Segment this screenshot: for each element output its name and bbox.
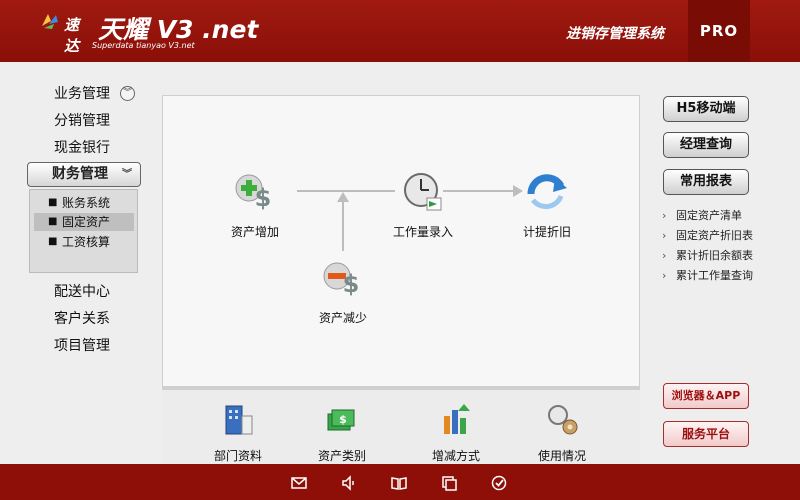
service-platform-button[interactable]: 服务平台 [663,421,749,447]
h5-mobile-button[interactable]: H5移动端 [663,96,749,122]
sidebar-item-label: 项目管理 [54,338,110,354]
workload-node[interactable]: 工作量录入 [385,170,461,240]
workload-label: 工作量录入 [392,225,453,239]
report-link-label: 累计折旧余额表 [676,249,753,262]
asset-add-node[interactable]: $ 资产增加 [225,170,285,240]
chevron-right-icon: › [662,249,667,262]
submenu-item-accounting[interactable]: ■ 账务系统 [34,194,134,212]
dept-info-label: 部门资料 [213,449,262,463]
submenu-item-payroll[interactable]: ■ 工资核算 [34,233,134,251]
change-method-button[interactable]: 增减方式 [426,402,486,464]
app-header: 速达 天耀 V3 .net Superdata tianyao V3.net 进… [0,0,800,62]
finance-submenu: ■ 账务系统 ■ 固定资产 ■ 工资核算 [29,189,138,273]
book-icon[interactable] [390,474,408,492]
logo-mark-icon [42,14,58,29]
submenu-item-fixed-assets[interactable]: ■ 固定资产 [34,213,134,231]
chevron-down-icon: ︾ [122,169,132,180]
mail-icon[interactable] [290,474,308,492]
depreciation-node[interactable]: 计提折旧 [515,170,579,240]
sidebar-item-label: 客户关系 [54,311,110,327]
bullet-icon: ■ [48,216,58,227]
manager-query-button[interactable]: 经理查询 [663,132,749,158]
system-title: 进销存管理系统 [566,26,664,42]
flow-panel: $ 资产增加 工作量录入 计提折旧 $ 资产减少 [162,95,640,387]
chevron-right-icon: › [662,229,667,242]
usage-status-label: 使用情况 [537,449,586,463]
dept-info-button[interactable]: 部门资料 [208,402,268,464]
usage-status-button[interactable]: 使用情况 [532,402,592,464]
check-icon[interactable] [490,474,508,492]
building-icon [225,405,253,435]
report-link-label: 累计工作量查询 [676,269,753,282]
collapse-toggle-icon[interactable]: ︾ [120,86,135,101]
report-link-accumulated-balance[interactable]: › 累计折旧余额表 [662,248,753,264]
window-icon[interactable] [440,474,458,492]
logo-subtitle: Superdata tianyao V3.net [92,41,195,50]
asset-category-button[interactable]: $ 资产类别 [312,402,372,464]
asset-category-label: 资产类别 [317,449,366,463]
sidebar-item-label: 业务管理 [54,86,110,102]
tools-strip: 部门资料 $ 资产类别 增减方式 使用情况 [162,386,640,464]
money-stack-icon: $ [327,409,355,431]
bullet-icon: ■ [48,197,58,208]
submenu-item-label: 固定资产 [62,215,111,229]
asset-reduce-node[interactable]: $ 资产减少 [311,256,375,326]
flow-connectors [297,185,523,251]
asset-reduce-label: 资产减少 [318,311,367,325]
clock-icon [404,173,442,211]
change-method-label: 增减方式 [431,449,480,463]
sidebar-item-label: 分销管理 [54,113,110,129]
report-link-asset-list[interactable]: › 固定资产清单 [662,208,742,224]
sidebar-item-label: 财务管理 [52,166,108,182]
sidebar-item-label: 配送中心 [54,284,110,300]
submenu-item-label: 工资核算 [62,235,111,249]
svg-text:$: $ [255,184,272,212]
gear-search-icon [548,405,578,435]
svg-text:$: $ [343,270,360,298]
report-link-label: 固定资产折旧表 [676,229,753,242]
asset-reduce-icon: $ [323,262,360,298]
svg-text:$: $ [339,413,347,426]
bar-chart-icon [444,404,470,434]
depreciation-label: 计提折旧 [522,225,571,239]
report-link-accumulated-workload[interactable]: › 累计工作量查询 [662,268,753,284]
sidebar-item-label: 现金银行 [54,140,110,156]
bullet-icon: ■ [48,236,58,247]
report-link-label: 固定资产清单 [676,209,742,222]
chevron-right-icon: › [662,269,667,282]
footer-toolbar [0,464,800,500]
chevron-right-icon: › [662,209,667,222]
asset-add-label: 资产增加 [230,225,279,239]
submenu-item-label: 账务系统 [62,196,111,210]
report-link-depreciation[interactable]: › 固定资产折旧表 [662,228,753,244]
edition-badge: PRO [688,0,750,62]
refresh-arrow-icon [527,174,567,210]
asset-add-icon: $ [235,174,272,212]
common-reports-button[interactable]: 常用报表 [663,169,749,195]
sidebar-item-finance[interactable]: 财务管理 ︾ [27,162,141,187]
speaker-icon[interactable] [340,474,358,492]
logo-brand: 速达 [64,16,80,55]
browser-app-button[interactable]: 浏览器＆APP [663,383,749,409]
